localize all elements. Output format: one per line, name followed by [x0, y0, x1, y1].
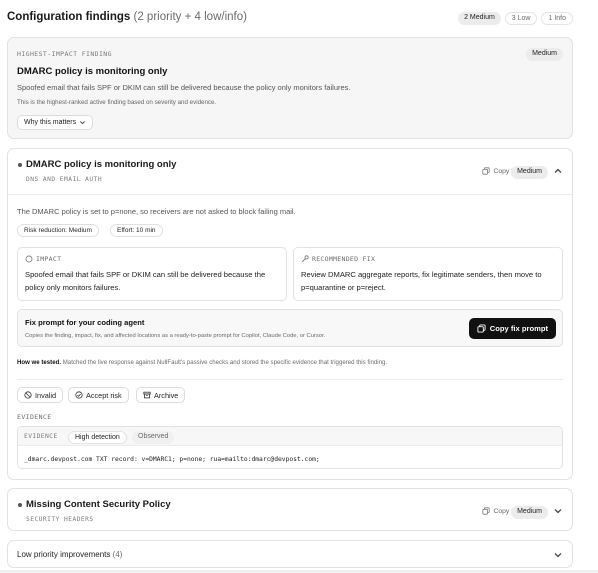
high-detection-pill: High detection — [68, 431, 127, 444]
csp-finding-category: SECURITY HEADERS — [26, 516, 94, 523]
highest-impact-severity: Medium — [526, 48, 563, 61]
finding-card-csp[interactable]: Missing Content Security Policy SECURITY… — [7, 488, 573, 531]
how-we-tested: How we tested. Matched the live response… — [17, 359, 387, 366]
how-we-tested-label: How we tested. — [17, 359, 62, 366]
chevron-up-icon[interactable] — [553, 165, 563, 177]
copy-icon — [482, 167, 491, 175]
page-subtitle: (2 priority + 4 low/info) — [133, 11, 247, 23]
evidence-header-label: EVIDENCE — [24, 433, 58, 440]
observed-pill: Observed — [132, 431, 175, 444]
accept-risk-button[interactable]: Accept risk — [68, 387, 129, 403]
invalid-button[interactable]: Invalid — [17, 387, 64, 403]
fix-text: Review DMARC aggregate reports, fix legi… — [301, 270, 542, 292]
impact-label: IMPACT — [25, 255, 61, 263]
ban-icon — [24, 391, 32, 399]
low-priority-count: (4) — [112, 550, 123, 559]
impact-box: IMPACT Spoofed email that fails SPF or D… — [17, 247, 287, 301]
why-this-matters-button[interactable]: Why this matters — [17, 115, 94, 130]
divider — [8, 194, 572, 195]
invalid-label: Invalid — [35, 390, 57, 400]
fix-prompt-subtitle: Copies the finding, impact, fix, and aff… — [25, 333, 326, 339]
check-circle-icon — [75, 391, 83, 399]
finding-title[interactable]: DMARC policy is monitoring only — [26, 159, 176, 170]
fix-prompt-panel: Fix prompt for your coding agent Copies … — [17, 309, 563, 347]
chevron-down-icon[interactable] — [553, 505, 563, 517]
copy-icon — [477, 324, 486, 333]
copy-icon — [482, 507, 491, 515]
badge-medium-count[interactable]: 2 Medium — [458, 12, 501, 25]
low-priority-section[interactable]: Low priority improvements (4) — [7, 540, 573, 568]
chevron-down-icon — [79, 119, 86, 126]
accept-risk-label: Accept risk — [86, 390, 122, 400]
fix-prompt-title: Fix prompt for your coding agent — [25, 318, 145, 327]
highest-impact-label: HIGHEST-IMPACT FINDING — [17, 50, 112, 58]
highest-impact-description: Spoofed email that fails SPF or DKIM can… — [17, 83, 351, 92]
evidence-box: EVIDENCE High detection Observed _dmarc.… — [17, 426, 563, 469]
recommended-fix-box: RECOMMENDED FIX Review DMARC aggregate r… — [293, 247, 563, 301]
highest-impact-title: DMARC policy is monitoring only — [17, 66, 168, 77]
target-icon — [25, 255, 33, 263]
finding-description: The DMARC policy is set to p=none, so re… — [17, 207, 296, 216]
bullet-icon — [18, 163, 22, 167]
fix-label: RECOMMENDED FIX — [301, 255, 375, 263]
effort-tag: Effort: 10 min — [110, 224, 163, 237]
archive-icon — [143, 391, 151, 399]
evidence-section-label: EVIDENCE — [17, 413, 52, 421]
fix-label-text: RECOMMENDED FIX — [312, 255, 376, 263]
wrench-icon — [301, 255, 309, 263]
csp-finding-title[interactable]: Missing Content Security Policy — [26, 499, 171, 510]
low-priority-label: Low priority improvements (4) — [17, 550, 122, 559]
badge-info-count[interactable]: 1 Info — [541, 12, 573, 25]
risk-reduction-tag: Risk reduction: Medium — [17, 224, 99, 237]
why-this-matters-label: Why this matters — [24, 119, 77, 126]
archive-label: Archive — [154, 390, 179, 400]
finding-category: DNS AND EMAIL AUTH — [26, 176, 103, 183]
bullet-icon — [18, 503, 22, 507]
highest-impact-note: This is the highest-ranked active findin… — [17, 99, 217, 106]
csp-severity: Medium — [511, 506, 548, 519]
evidence-code: _dmarc.devpost.com TXT record: v=DMARC1;… — [24, 456, 320, 463]
archive-button[interactable]: Archive — [136, 387, 186, 403]
impact-text: Spoofed email that fails SPF or DKIM can… — [25, 270, 266, 292]
divider — [17, 379, 563, 380]
finding-card-dmarc: DMARC policy is monitoring only DNS AND … — [7, 148, 573, 480]
findings-header: Configuration findings (2 priority + 4 l… — [7, 11, 573, 27]
severity-summary: 2 Medium 3 Low 1 Info — [458, 12, 573, 25]
badge-low-count[interactable]: 3 Low — [504, 12, 538, 25]
impact-label-text: IMPACT — [36, 255, 62, 263]
copy-fix-prompt-button[interactable]: Copy fix prompt — [468, 318, 556, 339]
low-priority-text: Low priority improvements — [17, 550, 111, 559]
copy-fix-prompt-label: Copy fix prompt — [489, 324, 548, 333]
page-title: Configuration findings (2 priority + 4 l… — [7, 11, 247, 23]
finding-severity: Medium — [511, 166, 548, 179]
highest-impact-card: HIGHEST-IMPACT FINDING Medium DMARC poli… — [7, 37, 573, 139]
how-we-tested-text: Matched the live response against NullFa… — [62, 359, 388, 366]
chevron-down-icon[interactable] — [553, 549, 563, 561]
page-title-text: Configuration findings — [7, 11, 131, 23]
